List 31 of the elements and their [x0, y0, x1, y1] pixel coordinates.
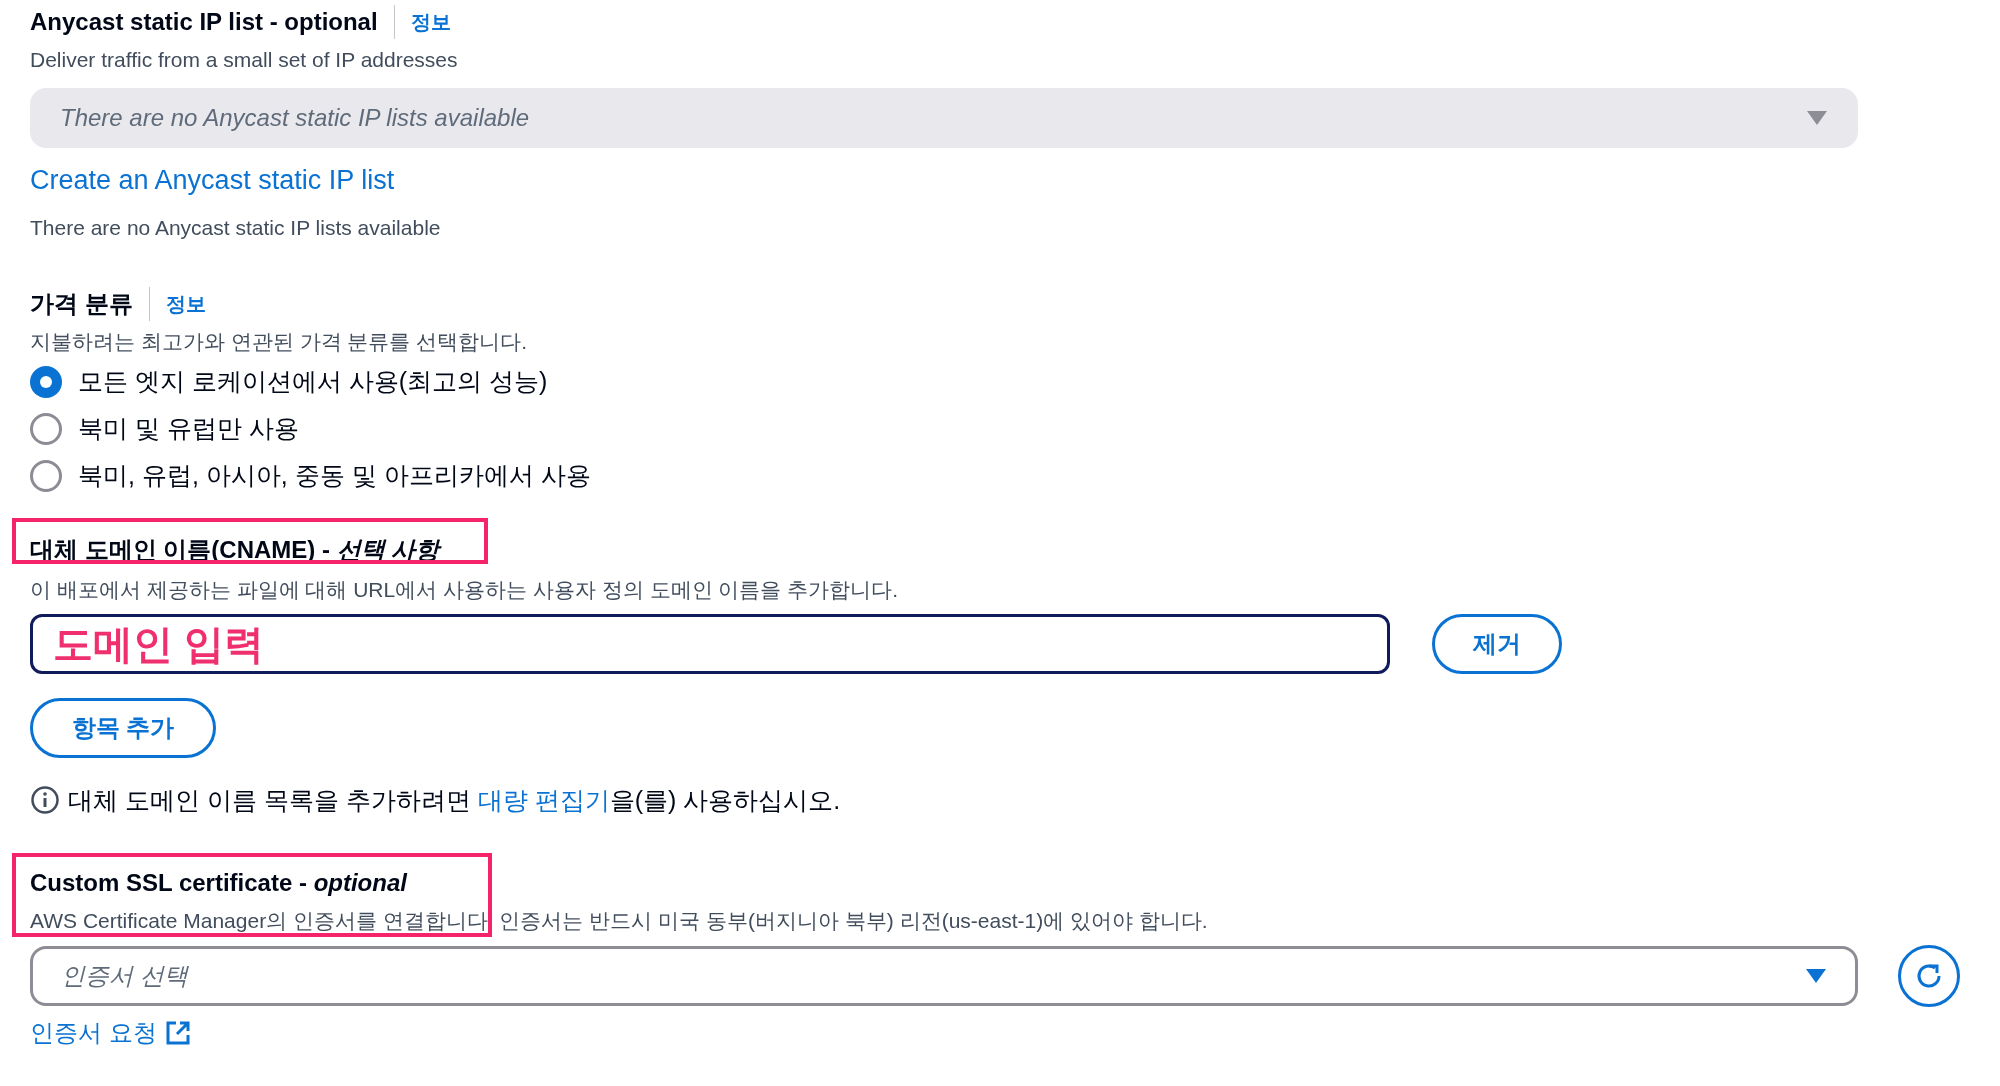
request-certificate-link[interactable]: 인증서 요청: [30, 1014, 191, 1051]
add-item-button[interactable]: 항목 추가: [30, 697, 216, 758]
section-title: 가격 분류: [30, 288, 133, 319]
create-link[interactable]: Create an Anycast static IP list: [30, 159, 395, 200]
empty-note: There are no Anycast static IP lists available: [30, 215, 442, 241]
info-link[interactable]: 정보: [165, 288, 206, 319]
domain-input[interactable]: 도메인 입력: [30, 613, 1390, 674]
radio-button[interactable]: [30, 365, 62, 398]
section-title: Custom SSL certificate - optional: [30, 868, 407, 898]
select-placeholder: 인증서 선택: [61, 960, 188, 991]
section-description: Deliver traffic from a small set of IP addresses: [30, 47, 459, 73]
section-description: 지불하려는 최고가와 연관된 가격 분류를 선택합니다.: [30, 328, 528, 355]
caret-icon: [1805, 967, 1827, 984]
radio-button[interactable]: [30, 459, 62, 492]
caret-icon: [1806, 109, 1828, 126]
section-description: AWS Certificate Manager의 인증서를 연결합니다. 인증서는 반드시 미국 동부(버지니아 북부) 리전(us-east-1)에 있어야 합니다.: [30, 908, 1209, 934]
select-placeholder: There are no Anycast static IP lists available: [60, 102, 530, 133]
section-description: 이 배포에서 제공하는 파일에 대해 URL에서 사용하는 사용자 정의 도메인 이름을 추가합니다.: [30, 577, 900, 603]
section-title: Anycast static IP list - optional: [30, 7, 378, 37]
info-text: 대체 도메인 이름 목록을 추가하려면 대량 편집기 을(를) 사용하십시오.: [68, 784, 841, 816]
radio-button[interactable]: [30, 412, 62, 445]
info-icon: [30, 785, 60, 816]
radio-label: 모든 엣지 로케이션에서 사용(최고의 성능): [78, 365, 548, 397]
radio-label: 북미 및 유럽만 사용: [78, 412, 299, 444]
radio-label: 북미, 유럽, 아시아, 중동 및 아프리카에서 사용: [78, 459, 591, 491]
refresh-button[interactable]: [1898, 944, 1960, 1007]
info-link[interactable]: 정보: [410, 7, 451, 37]
remove-button[interactable]: 제거: [1432, 613, 1562, 674]
external-link-icon: [164, 1019, 191, 1046]
select-field[interactable]: 인증서 선택: [30, 945, 1858, 1006]
bulk-editor-link[interactable]: 대량 편집기: [477, 785, 610, 814]
